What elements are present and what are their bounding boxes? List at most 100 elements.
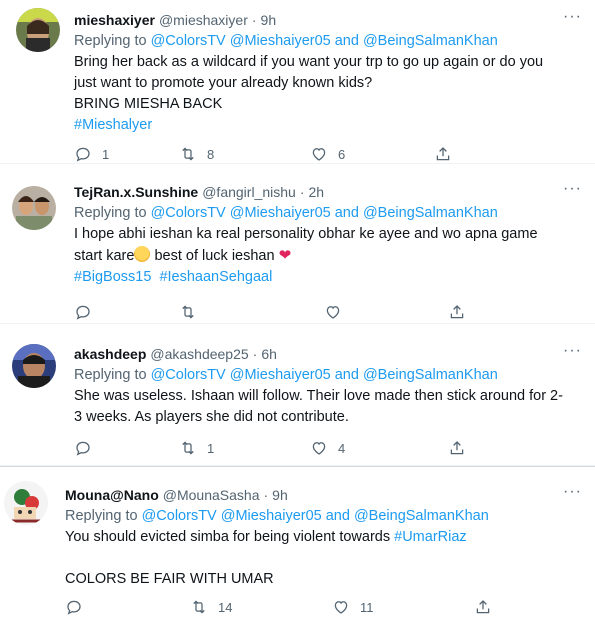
hashtag[interactable]: #UmarRiaz [394,529,467,545]
timestamp[interactable]: 9h [261,12,277,28]
tweet-header: Mouna@Nano @MounaSasha · 9h [65,485,575,505]
more-icon[interactable]: ··· [563,180,582,198]
like-count: 11 [360,599,374,615]
replying-mentions[interactable]: @ColorsTV @Mieshaiyer05 and @BeingSalman… [151,205,498,221]
replying-to: Replying to @ColorsTV @Mieshaiyer05 and … [74,30,575,52]
like-icon [310,439,328,457]
avatar[interactable] [16,8,60,52]
smiling-face-emoji-icon [134,246,151,262]
tweet[interactable]: Mouna@Nano @MounaSasha · 9h Replying to … [0,466,595,618]
red-heart-emoji-icon: ❤ [278,247,292,264]
replying-prefix: Replying to [74,367,151,383]
user-handle[interactable]: @akashdeep25 [150,346,248,362]
retweet-button[interactable] [179,303,310,321]
hashtags[interactable]: #BigBoss15 #IeshaanSehgaal [74,267,575,288]
reply-button[interactable]: 1 [74,145,165,163]
reply-icon [74,303,92,321]
replying-prefix: Replying to [65,508,142,524]
tweet-actions: 1 4 [74,438,504,458]
replying-prefix: Replying to [74,205,151,221]
share-button[interactable] [474,598,492,616]
avatar[interactable] [12,186,56,230]
tweet-text-segment: You should evicted simba for being viole… [65,529,395,545]
tweet[interactable]: mieshaxiyer @mieshaxiyer · 9h Replying t… [0,0,595,164]
retweet-count: 8 [207,146,215,162]
tweet-text: You should evicted simba for being viole… [65,527,575,590]
more-icon[interactable]: ··· [563,8,582,26]
user-handle[interactable]: @MounaSasha [163,487,260,503]
tweet-text-line: She was useless. Ishaan will follow. The… [74,388,563,404]
share-button[interactable] [434,145,452,163]
tweet-text-line: 3 weeks. As players she did not contribu… [74,409,349,425]
retweet-icon [179,303,197,321]
tweet-actions: 1 8 6 [74,144,504,164]
tweet[interactable]: akashdeep @akashdeep25 · 6h Replying to … [0,324,595,466]
tweet-text-line: BRING MIESHA BACK [74,96,223,112]
tweet-text: She was useless. Ishaan will follow. The… [74,386,575,428]
more-icon[interactable]: ··· [563,483,582,501]
share-button[interactable] [448,303,466,321]
display-name[interactable]: TejRan.x.Sunshine [74,184,198,200]
tweet-text-segment: start kare [74,248,135,264]
display-name[interactable]: akashdeep [74,346,146,362]
reply-button[interactable] [65,598,190,616]
display-name[interactable]: mieshaxiyer [74,12,155,28]
like-icon [310,145,328,163]
user-handle[interactable]: @fangirl_nishu [202,184,296,200]
tweet-text-segment: best of luck ieshan [150,248,279,264]
retweet-icon [190,598,208,616]
like-count: 6 [338,146,346,162]
replying-to: Replying to @ColorsTV @Mieshaiyer05 and … [74,202,575,224]
replying-to: Replying to @ColorsTV @Mieshaiyer05 and … [65,505,575,527]
share-icon [448,439,466,457]
reply-icon [74,439,92,457]
tweet[interactable]: TejRan.x.Sunshine @fangirl_nishu · 2h Re… [0,164,595,324]
tweet-text: Bring her back as a wildcard if you want… [74,52,575,136]
replying-to: Replying to @ColorsTV @Mieshaiyer05 and … [74,364,575,386]
tweet-text-line: just want to promote your already known … [74,75,373,91]
separator-dot: · [251,12,257,28]
tweet-actions: 14 11 [65,597,495,617]
tweet-text-line: You should evicted simba for being viole… [65,527,575,548]
retweet-button[interactable]: 8 [165,145,296,163]
share-button[interactable] [448,439,466,457]
timestamp[interactable]: 2h [309,184,325,200]
display-name[interactable]: Mouna@Nano [65,487,159,503]
retweet-button[interactable]: 1 [179,439,310,457]
tweet-header: akashdeep @akashdeep25 · 6h [74,344,575,364]
like-icon [332,598,350,616]
share-icon [434,145,452,163]
reply-icon [74,145,92,163]
like-icon [324,303,342,321]
replying-mentions[interactable]: @ColorsTV @Mieshaiyer05 and @BeingSalman… [142,508,489,524]
tweet-text-line: I hope abhi ieshan ka real personality o… [74,226,538,242]
avatar[interactable] [12,344,56,388]
retweet-count: 1 [207,440,215,456]
separator-dot: · [263,487,269,503]
user-handle[interactable]: @mieshaxiyer [159,12,248,28]
like-button[interactable] [310,303,448,321]
separator-dot: · [252,346,258,362]
like-button[interactable]: 11 [332,598,474,616]
replying-prefix: Replying to [74,33,151,49]
replying-mentions[interactable]: @ColorsTV @Mieshaiyer05 and @BeingSalman… [151,367,498,383]
like-button[interactable]: 4 [310,439,448,457]
timestamp[interactable]: 9h [272,487,288,503]
like-button[interactable]: 6 [296,145,434,163]
reply-button[interactable] [74,439,179,457]
retweet-icon [179,145,197,163]
tweet-actions [74,302,504,322]
avatar[interactable] [4,481,48,525]
like-count: 4 [338,440,346,456]
tweet-text-line: Bring her back as a wildcard if you want… [74,54,544,70]
retweet-count: 14 [218,599,233,615]
retweet-button[interactable]: 14 [190,598,332,616]
timestamp[interactable]: 6h [261,346,277,362]
replying-mentions[interactable]: @ColorsTV @Mieshaiyer05 and @BeingSalman… [151,33,498,49]
reply-button[interactable] [74,303,179,321]
hashtag[interactable]: #Mieshalyer [74,115,575,136]
tweet-text-line: start kare best of luck ieshan ❤ [74,245,575,267]
more-icon[interactable]: ··· [563,342,582,360]
reply-icon [65,598,83,616]
